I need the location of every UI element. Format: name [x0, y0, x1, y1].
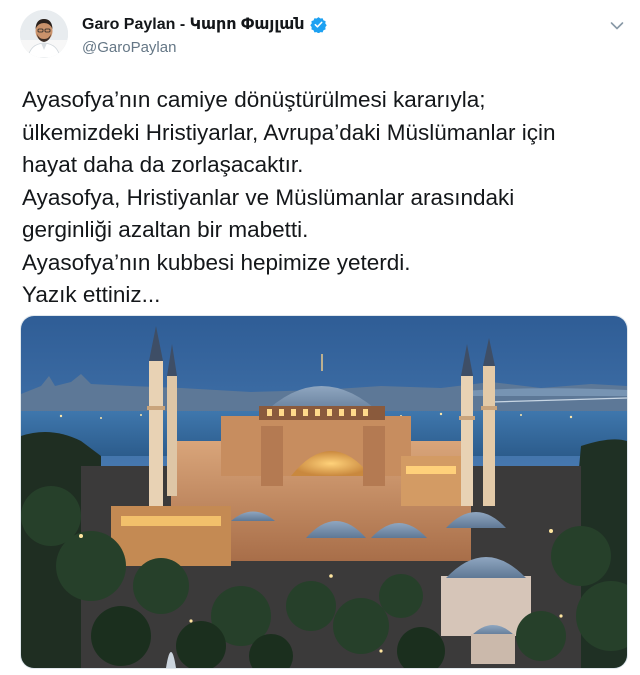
tweet-text-line: Ayasofya, Hristiyanlar ve Müslümanlar ar… — [22, 184, 515, 210]
chevron-down-icon[interactable] — [610, 18, 624, 30]
verified-badge-icon — [309, 16, 327, 33]
author-avatar[interactable] — [20, 10, 68, 58]
tweet-text-line: hayat daha da zorlaşacaktır. — [22, 152, 304, 177]
tweet-text: Ayasofya’nın camiye dönüştürülmesi karar… — [22, 84, 622, 312]
tweet-text-line: Ayasofya’nın kubbesi hepimize yeterdi. — [22, 249, 411, 275]
author-header: Garo Paylan - Կարո Փայլան @GaroPaylan — [82, 14, 327, 56]
author-display-name[interactable]: Garo Paylan - Կարո Փայլան — [82, 14, 305, 34]
tweet-text-line: gerginliği azaltan bir mabetti. — [22, 217, 309, 242]
author-name-row: Garo Paylan - Կարո Փայլան — [82, 14, 327, 34]
tweet-media-image[interactable] — [20, 315, 628, 669]
avatar-photo-icon — [20, 10, 68, 58]
tweet-text-line: Ayasofya’nın camiye dönüştürülmesi karar… — [22, 87, 486, 112]
hagia-sophia-photo — [21, 316, 627, 668]
tweet-card[interactable]: Garo Paylan - Կարո Փայլան @GaroPaylan Ay… — [0, 0, 640, 675]
tweet-text-line: ülkemizdeki Hristiyarlar, Avrupa’daki Mü… — [22, 119, 556, 145]
tweet-text-line: Yazık ettiniz... — [22, 282, 161, 307]
author-handle[interactable]: @GaroPaylan — [82, 39, 327, 56]
